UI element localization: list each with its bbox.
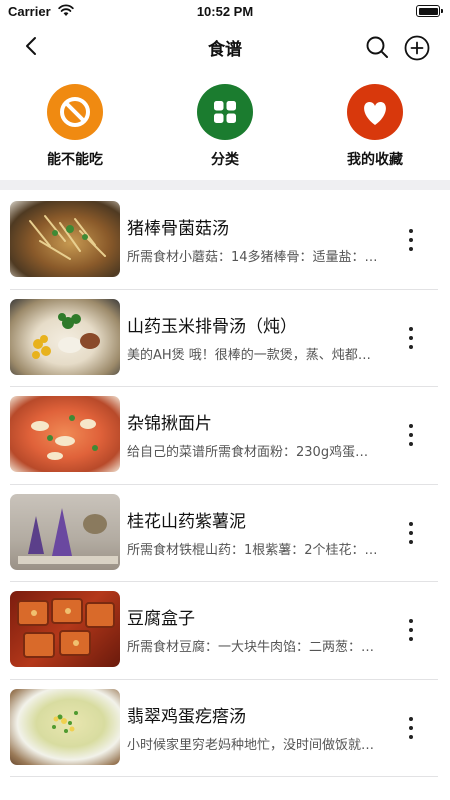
- recipe-thumbnail: [10, 493, 120, 570]
- list-item[interactable]: 翡翠鸡蛋疙瘩汤 小时候家里穷老妈种地忙，没时间做饭就做这个: [0, 680, 450, 778]
- grid-icon: [197, 84, 253, 140]
- more-options-icon[interactable]: [403, 714, 419, 742]
- list-item[interactable]: 山药玉米排骨汤（炖） 美的AH煲 哦！很棒的一款煲，蒸、炖都可以: [0, 290, 450, 388]
- list-item[interactable]: 豆腐盒子 所需食材豆腐：一大块牛肉馅：二两葱：适量: [0, 582, 450, 680]
- more-options-icon[interactable]: [403, 226, 419, 254]
- favorites-button[interactable]: 我的收藏: [320, 84, 430, 169]
- clock: 10:52 PM: [196, 4, 254, 19]
- recipe-title: 桂花山药紫薯泥: [127, 511, 246, 532]
- recipe-title: 山药玉米排骨汤（炖）: [127, 316, 297, 337]
- recipe-list: 猪棒骨菌菇汤 所需食材小蘑菇：14多猪棒骨：适量盐：适量 山药玉米排骨汤（炖） …: [0, 192, 450, 777]
- recipe-thumbnail: [10, 298, 120, 375]
- heart-icon: [347, 84, 403, 140]
- recipe-thumbnail: [10, 396, 120, 472]
- more-options-icon[interactable]: [403, 519, 419, 547]
- action-label: 分类: [211, 152, 239, 168]
- list-item[interactable]: 桂花山药紫薯泥 所需食材铁棍山药：1根紫薯：2个桂花：适量: [0, 485, 450, 583]
- recipe-description: 小时候家里穷老妈种地忙，没时间做饭就做这个: [127, 737, 379, 753]
- can-eat-button[interactable]: 能不能吃: [20, 84, 130, 169]
- quick-actions: 能不能吃 分类 我的收藏: [0, 84, 450, 174]
- add-icon[interactable]: [403, 34, 431, 62]
- recipe-thumbnail: [10, 688, 120, 765]
- search-icon[interactable]: [364, 34, 390, 60]
- recipe-description: 美的AH煲 哦！很棒的一款煲，蒸、炖都可以: [127, 347, 379, 363]
- list-item[interactable]: 猪棒骨菌菇汤 所需食材小蘑菇：14多猪棒骨：适量盐：适量: [0, 192, 450, 290]
- recipe-title: 翡翠鸡蛋疙瘩汤: [127, 706, 246, 727]
- recipe-description: 给自己的菜谱所需食材面粉：230g鸡蛋：1个: [127, 445, 379, 460]
- recipe-description: 所需食材铁棍山药：1根紫薯：2个桂花：适量: [127, 542, 379, 558]
- more-options-icon[interactable]: [403, 616, 419, 644]
- recipe-description: 所需食材豆腐：一大块牛肉馅：二两葱：适量: [127, 640, 379, 655]
- more-options-icon[interactable]: [403, 421, 419, 449]
- recipe-title: 猪棒骨菌菇汤: [127, 219, 229, 239]
- recipe-thumbnail: [10, 591, 120, 667]
- section-divider: [0, 180, 450, 190]
- category-button[interactable]: 分类: [170, 84, 280, 169]
- list-item[interactable]: 杂锦揪面片 给自己的菜谱所需食材面粉：230g鸡蛋：1个: [0, 387, 450, 485]
- battery-icon: [416, 5, 443, 17]
- action-label: 我的收藏: [347, 152, 403, 168]
- recipe-description: 所需食材小蘑菇：14多猪棒骨：适量盐：适量: [127, 250, 379, 265]
- recipe-thumbnail: [10, 201, 120, 277]
- status-bar: Carrier 10:52 PM: [0, 0, 450, 24]
- nav-bar: 食谱: [0, 24, 450, 70]
- recipe-title: 杂锦揪面片: [127, 414, 212, 434]
- action-label: 能不能吃: [47, 152, 103, 168]
- recipe-title: 豆腐盒子: [127, 609, 195, 629]
- more-options-icon[interactable]: [403, 324, 419, 352]
- forbidden-icon: [47, 84, 103, 140]
